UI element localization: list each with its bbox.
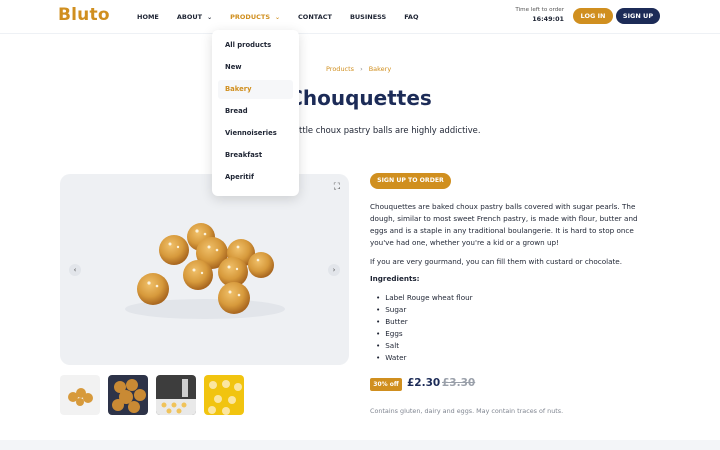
dropdown-item-bread[interactable]: Bread <box>218 102 293 121</box>
chevron-right-icon[interactable]: › <box>328 264 340 276</box>
product-image[interactable]: ⛶ ‹ › <box>60 174 349 365</box>
products-dropdown-menu: All products New Bakery Bread Viennoiser… <box>212 30 299 196</box>
timer-value: 16:49:01 <box>532 15 564 23</box>
main-nav: HOME ABOUT ⌄ PRODUCTS ⌄ CONTACT BUSINESS F… <box>137 0 437 34</box>
nav-business[interactable]: BUSINESS <box>350 13 386 21</box>
product-description: Chouquettes are baked choux pastry balls… <box>370 202 638 247</box>
thumbnail[interactable] <box>156 375 196 415</box>
nav-about[interactable]: ABOUT ⌄ <box>177 13 212 21</box>
dropdown-item-all-products[interactable]: All products <box>218 36 293 55</box>
list-item: Label Rouge wheat flour <box>376 292 472 304</box>
thumbnail[interactable] <box>108 375 148 415</box>
ingredients-heading: Ingredients: <box>370 274 420 283</box>
product-description-extra: If you are very gourmand, you can fill t… <box>370 257 623 266</box>
footer-band <box>0 440 720 450</box>
thumbnail[interactable] <box>60 375 100 415</box>
thumbnail[interactable] <box>204 375 244 415</box>
list-item: Salt <box>376 340 473 352</box>
discount-badge: 30% off <box>370 378 402 391</box>
breadcrumb-bakery[interactable]: Bakery <box>369 65 392 73</box>
dropdown-item-aperitif[interactable]: Aperitif <box>218 168 293 187</box>
signup-to-order-button[interactable]: SIGN UP TO ORDER <box>370 173 451 189</box>
chouquettes-photo <box>125 223 285 319</box>
list-item: Eggs <box>376 328 473 340</box>
ingredients-list: Label Rouge wheat flour Sugar Butter Egg… <box>376 292 473 364</box>
original-price: £3.30 <box>442 377 476 389</box>
list-item: Sugar <box>376 304 473 316</box>
nav-home[interactable]: HOME <box>137 13 159 21</box>
list-item: Butter <box>376 316 473 328</box>
allergen-note: Contains gluten, dairy and eggs. May con… <box>370 407 564 415</box>
nav-products[interactable]: PRODUCTS ⌄ <box>230 13 280 21</box>
signup-button[interactable]: SIGN UP <box>616 8 660 24</box>
chevron-down-icon: ⌄ <box>275 13 281 21</box>
logo[interactable]: Bluto <box>58 5 110 25</box>
expand-icon[interactable]: ⛶ <box>334 182 340 192</box>
list-item: Water <box>376 352 473 364</box>
dropdown-item-breakfast[interactable]: Breakfast <box>218 146 293 165</box>
current-price: £2.30 <box>407 377 441 389</box>
nav-faq[interactable]: FAQ <box>404 13 418 21</box>
site-header: Bluto HOME ABOUT ⌄ PRODUCTS ⌄ CONTACT BUSI… <box>0 0 720 34</box>
breadcrumb: Products › Bakery <box>326 65 391 73</box>
login-button[interactable]: LOG IN <box>573 8 613 24</box>
dropdown-item-new[interactable]: New <box>218 58 293 77</box>
chevron-right-icon: › <box>360 65 363 73</box>
chevron-down-icon: ⌄ <box>207 13 213 21</box>
timer-label: Time left to order <box>515 7 564 13</box>
order-timer: Time left to order 16:49:01 <box>508 7 564 23</box>
dropdown-item-bakery[interactable]: Bakery <box>218 80 293 99</box>
thumbnail-strip <box>60 375 252 415</box>
chevron-left-icon[interactable]: ‹ <box>69 264 81 276</box>
breadcrumb-products[interactable]: Products <box>326 65 354 73</box>
nav-contact[interactable]: CONTACT <box>298 13 332 21</box>
dropdown-item-viennoiseries[interactable]: Viennoiseries <box>218 124 293 143</box>
